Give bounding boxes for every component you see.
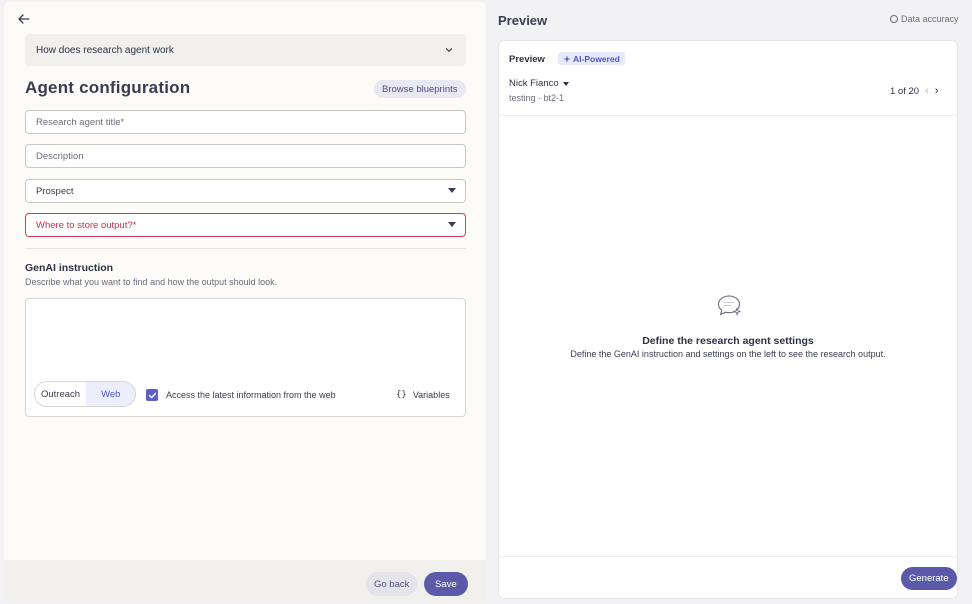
- agent-title-input[interactable]: Research agent title*: [25, 110, 466, 134]
- variables-label: Variables: [412, 390, 450, 400]
- ai-powered-badge: AI-Powered: [558, 52, 625, 65]
- card-footer-divider: [499, 556, 957, 557]
- caret-down-icon: [448, 222, 456, 227]
- genai-instruction-editor[interactable]: Outreach Web Access the latest informati…: [25, 298, 466, 417]
- section-divider: [25, 248, 466, 249]
- braces-icon: {}: [396, 390, 407, 400]
- web-access-label: Access the latest information from the w…: [166, 390, 336, 400]
- sparkle-icon: [563, 55, 571, 62]
- object-type-select[interactable]: Prospect: [25, 179, 466, 203]
- empty-state-subtitle: Define the GenAI instruction and setting…: [570, 349, 886, 359]
- chevron-right-icon[interactable]: ›: [935, 85, 939, 97]
- data-accuracy-link[interactable]: Data accuracy: [890, 14, 959, 24]
- go-back-button[interactable]: Go back: [366, 572, 418, 596]
- preview-card: Preview AI-Powered Nick Fianco testing ·…: [498, 40, 958, 599]
- pager-text: 1 of 20: [890, 85, 920, 97]
- preview-card-title: Preview: [509, 54, 545, 65]
- how-it-works-label: How does research agent work: [36, 44, 174, 56]
- empty-state-title: Define the research agent settings: [642, 335, 814, 347]
- back-arrow-icon[interactable]: [16, 11, 32, 27]
- web-access-checkbox[interactable]: [146, 389, 158, 401]
- ai-powered-label: AI-Powered: [573, 53, 620, 64]
- record-selector[interactable]: Nick Fianco: [509, 78, 569, 89]
- generate-button[interactable]: Generate: [901, 567, 957, 590]
- genai-subheading: Describe what you want to find and how t…: [25, 277, 278, 287]
- genai-heading: GenAI instruction: [25, 262, 114, 274]
- record-subline: testing · bt2-1: [509, 93, 565, 103]
- info-icon: [890, 15, 898, 23]
- output-destination-select[interactable]: Where to store output?*: [25, 213, 466, 237]
- caret-down-icon: [562, 81, 569, 86]
- source-toggle: Outreach Web: [34, 381, 137, 407]
- browse-blueprints-button[interactable]: Browse blueprints: [374, 80, 466, 98]
- preview-heading: Preview: [498, 13, 548, 28]
- save-button[interactable]: Save: [424, 572, 468, 596]
- chat-sparkle-icon: [717, 295, 742, 316]
- description-placeholder: Description: [36, 150, 84, 162]
- data-accuracy-label: Data accuracy: [901, 14, 959, 24]
- check-icon: [148, 392, 156, 398]
- toggle-web[interactable]: Web: [86, 382, 136, 406]
- card-divider: [499, 115, 957, 116]
- scrollbar-track[interactable]: [965, 0, 972, 604]
- editor-footer: Go back Save: [4, 560, 486, 602]
- description-input[interactable]: Description: [25, 144, 466, 168]
- record-pager: 1 of 20 ‹ ›: [890, 85, 938, 97]
- agent-title-placeholder: Research agent title*: [36, 116, 125, 128]
- agent-config-panel: How does research agent work Agent confi…: [4, 2, 486, 602]
- output-destination-placeholder: Where to store output?*: [36, 219, 137, 231]
- caret-down-icon: [448, 188, 456, 193]
- variables-button[interactable]: {} Variables: [396, 390, 450, 400]
- object-type-value: Prospect: [36, 185, 74, 197]
- chevron-left-icon[interactable]: ‹: [925, 85, 929, 97]
- how-it-works-accordion[interactable]: How does research agent work: [25, 34, 466, 66]
- person-name: Nick Fianco: [509, 78, 559, 89]
- chevron-down-icon: [445, 48, 453, 53]
- toggle-outreach[interactable]: Outreach: [35, 382, 86, 406]
- page-title: Agent configuration: [25, 78, 191, 97]
